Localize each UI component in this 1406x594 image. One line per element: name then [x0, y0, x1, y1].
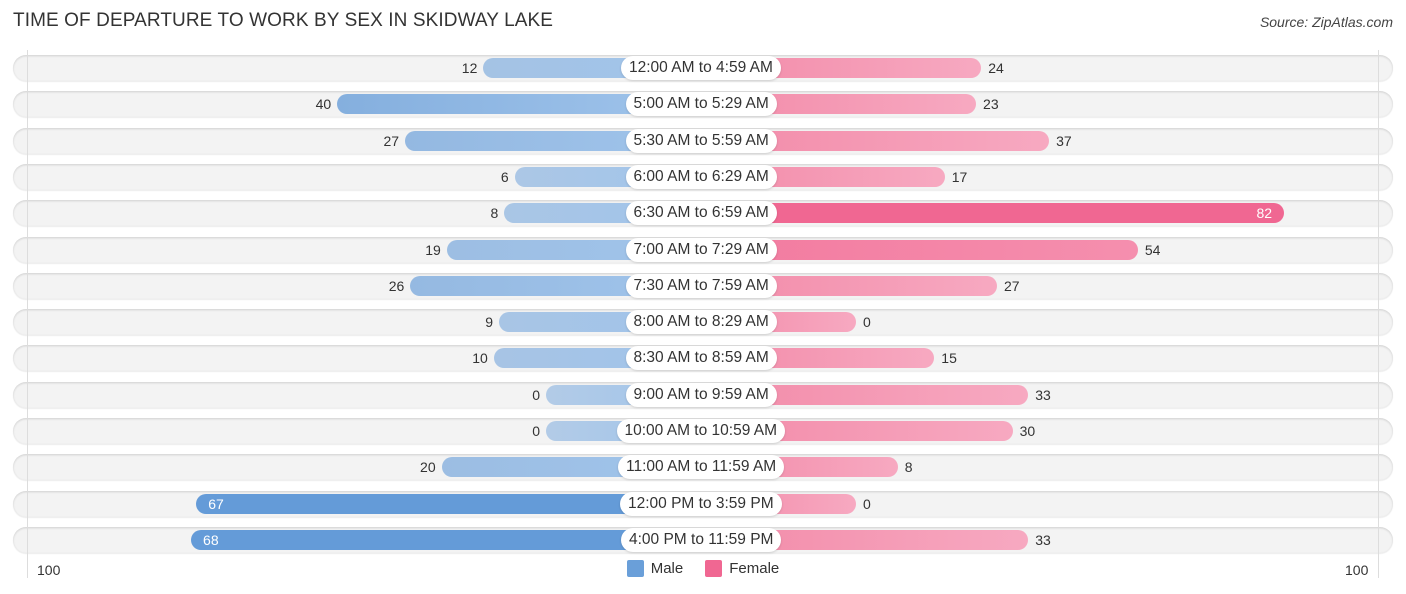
- category-label: 8:00 AM to 8:29 AM: [625, 310, 777, 335]
- female-value-label: 30: [1019, 423, 1036, 439]
- male-value-label: 26: [388, 277, 405, 294]
- male-value-label: 67: [208, 495, 224, 512]
- male-value-label: 0: [532, 386, 540, 403]
- category-label: 12:00 AM to 4:59 AM: [621, 56, 781, 80]
- male-value-label: 12: [461, 60, 478, 76]
- male-value-label: 20: [420, 459, 436, 476]
- category-label: 4:00 PM to 11:59 PM: [621, 527, 782, 552]
- female-value-label: 82: [1256, 205, 1273, 222]
- female-value-label: 0: [863, 495, 871, 512]
- female-value-label: 37: [1056, 132, 1072, 149]
- female-value-label: 23: [983, 96, 999, 113]
- category-label: 5:30 AM to 5:59 AM: [625, 128, 777, 153]
- chart-area: 12 24 12:00 AM to 4:59 AM 40 23 5:00 AM to 5:…: [0, 0, 1406, 594]
- category-label: 5:00 AM to 5:29 AM: [625, 92, 777, 117]
- female-value-label: 54: [1144, 241, 1161, 258]
- axis-line-left: [27, 50, 28, 578]
- female-value-label: 15: [941, 350, 957, 367]
- axis-line-right: [1378, 50, 1379, 578]
- female-value-label: 17: [951, 168, 968, 185]
- category-label: 6:30 AM to 6:59 AM: [625, 201, 777, 226]
- category-label: 7:30 AM to 7:59 AM: [625, 273, 777, 298]
- legend-item-male[interactable]: Male: [626, 560, 684, 577]
- female-value-label: 27: [1003, 277, 1020, 294]
- legend-swatch-male: [626, 560, 644, 577]
- legend-item-female[interactable]: Female: [705, 560, 779, 577]
- female-value-label: 0: [863, 314, 871, 331]
- male-value-label: 0: [532, 423, 540, 439]
- category-label: 6:00 AM to 6:29 AM: [625, 164, 777, 189]
- female-value-label: 24: [988, 60, 1004, 76]
- male-value-label: 10: [472, 350, 488, 367]
- female-value-label: 33: [1035, 531, 1051, 548]
- male-value-label: 19: [425, 241, 441, 258]
- female-value-label: 33: [1035, 386, 1051, 403]
- male-value-label: 9: [485, 314, 494, 331]
- male-value-label: 6: [500, 168, 509, 185]
- legend-label-female: Female: [729, 560, 780, 577]
- category-label: 9:00 AM to 9:59 AM: [625, 382, 777, 407]
- category-label: 12:00 PM to 3:59 PM: [620, 491, 782, 516]
- legend-swatch-female: [705, 560, 723, 577]
- female-value-label: 8: [904, 459, 913, 476]
- male-value-label: 27: [383, 132, 400, 149]
- category-label: 8:30 AM to 8:59 AM: [625, 346, 777, 371]
- legend: Male Female: [0, 560, 1406, 577]
- male-value-label: 40: [315, 96, 332, 113]
- category-label: 7:00 AM to 7:29 AM: [625, 237, 777, 262]
- male-value-label: 8: [490, 205, 499, 222]
- legend-label-male: Male: [650, 560, 684, 577]
- category-label: 10:00 AM to 10:59 AM: [616, 419, 786, 443]
- male-value-label: 68: [203, 531, 219, 548]
- female-bar[interactable]: [701, 203, 1285, 224]
- category-label: 11:00 AM to 11:59 AM: [618, 455, 785, 480]
